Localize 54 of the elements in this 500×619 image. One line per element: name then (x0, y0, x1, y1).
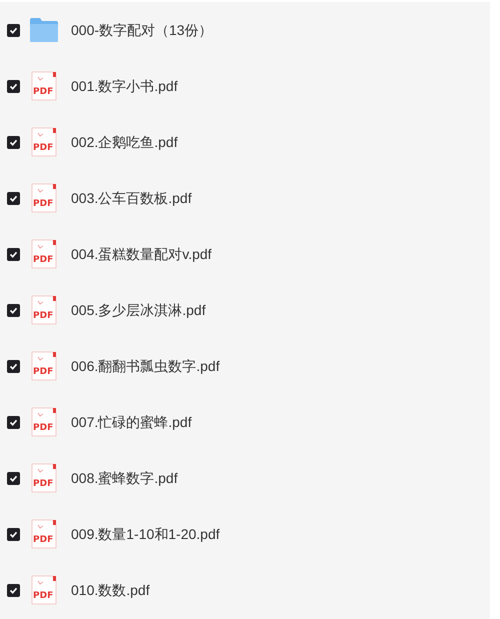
file-name[interactable]: 010.数数.pdf (71, 580, 150, 600)
file-type-label: PDF (33, 367, 54, 377)
checkbox[interactable] (7, 416, 20, 428)
file-type-label: PDF (33, 591, 54, 601)
file-type-label: PDF (33, 143, 54, 153)
check-icon (9, 586, 18, 594)
pdf-file-icon (31, 295, 57, 325)
pdf-file-icon (31, 127, 57, 157)
file-type-label: PDF (33, 479, 54, 489)
file-name[interactable]: 006.翻翻书瓢虫数字.pdf (71, 356, 220, 376)
pdf-file-icon (31, 351, 57, 381)
file-type-label: PDF (33, 535, 54, 545)
file-name[interactable]: 007.忙碌的蜜蜂.pdf (71, 412, 192, 432)
checkbox[interactable] (7, 584, 20, 596)
checkbox[interactable] (7, 304, 20, 316)
file-name[interactable]: 009.数量1-10和1-20.pdf (71, 524, 220, 544)
file-name[interactable]: 002.企鹅吃鱼.pdf (71, 132, 178, 152)
checkbox[interactable] (7, 192, 20, 204)
check-icon (9, 82, 18, 90)
checkbox[interactable] (7, 80, 20, 92)
check-icon (9, 250, 18, 258)
check-icon (9, 474, 18, 482)
pdf-file-icon (31, 519, 57, 549)
file-name[interactable]: 005.多少层冰淇淋.pdf (71, 300, 206, 320)
file-type-label: PDF (33, 311, 54, 321)
pdf-file-icon (31, 183, 57, 213)
file-type-label: PDF (33, 423, 54, 433)
checkbox[interactable] (7, 24, 20, 36)
pdf-file-icon (31, 407, 57, 437)
checkbox[interactable] (7, 136, 20, 148)
checkbox[interactable] (7, 360, 20, 372)
file-name[interactable]: 008.蜜蜂数字.pdf (71, 468, 178, 488)
check-icon (9, 418, 18, 426)
check-icon (9, 138, 18, 146)
file-type-label: PDF (33, 87, 54, 97)
check-icon (9, 362, 18, 370)
file-name[interactable]: 004.蛋糕数量配对v.pdf (71, 244, 212, 264)
file-name[interactable]: 000-数字配对（13份） (71, 20, 213, 40)
checkbox[interactable] (7, 472, 20, 484)
file-name[interactable]: 001.数字小书.pdf (71, 76, 178, 96)
pdf-file-icon (31, 575, 57, 605)
file-type-label: PDF (33, 199, 54, 209)
pdf-file-icon (31, 239, 57, 269)
check-icon (9, 530, 18, 538)
checkbox[interactable] (7, 528, 20, 540)
file-name[interactable]: 003.公车百数板.pdf (71, 188, 192, 208)
file-type-label: PDF (33, 255, 54, 265)
check-icon (9, 194, 18, 202)
check-icon (9, 26, 18, 34)
check-icon (9, 306, 18, 314)
pdf-file-icon (31, 463, 57, 493)
folder-icon (29, 17, 59, 43)
checkbox[interactable] (7, 248, 20, 260)
pdf-file-icon (31, 71, 57, 101)
